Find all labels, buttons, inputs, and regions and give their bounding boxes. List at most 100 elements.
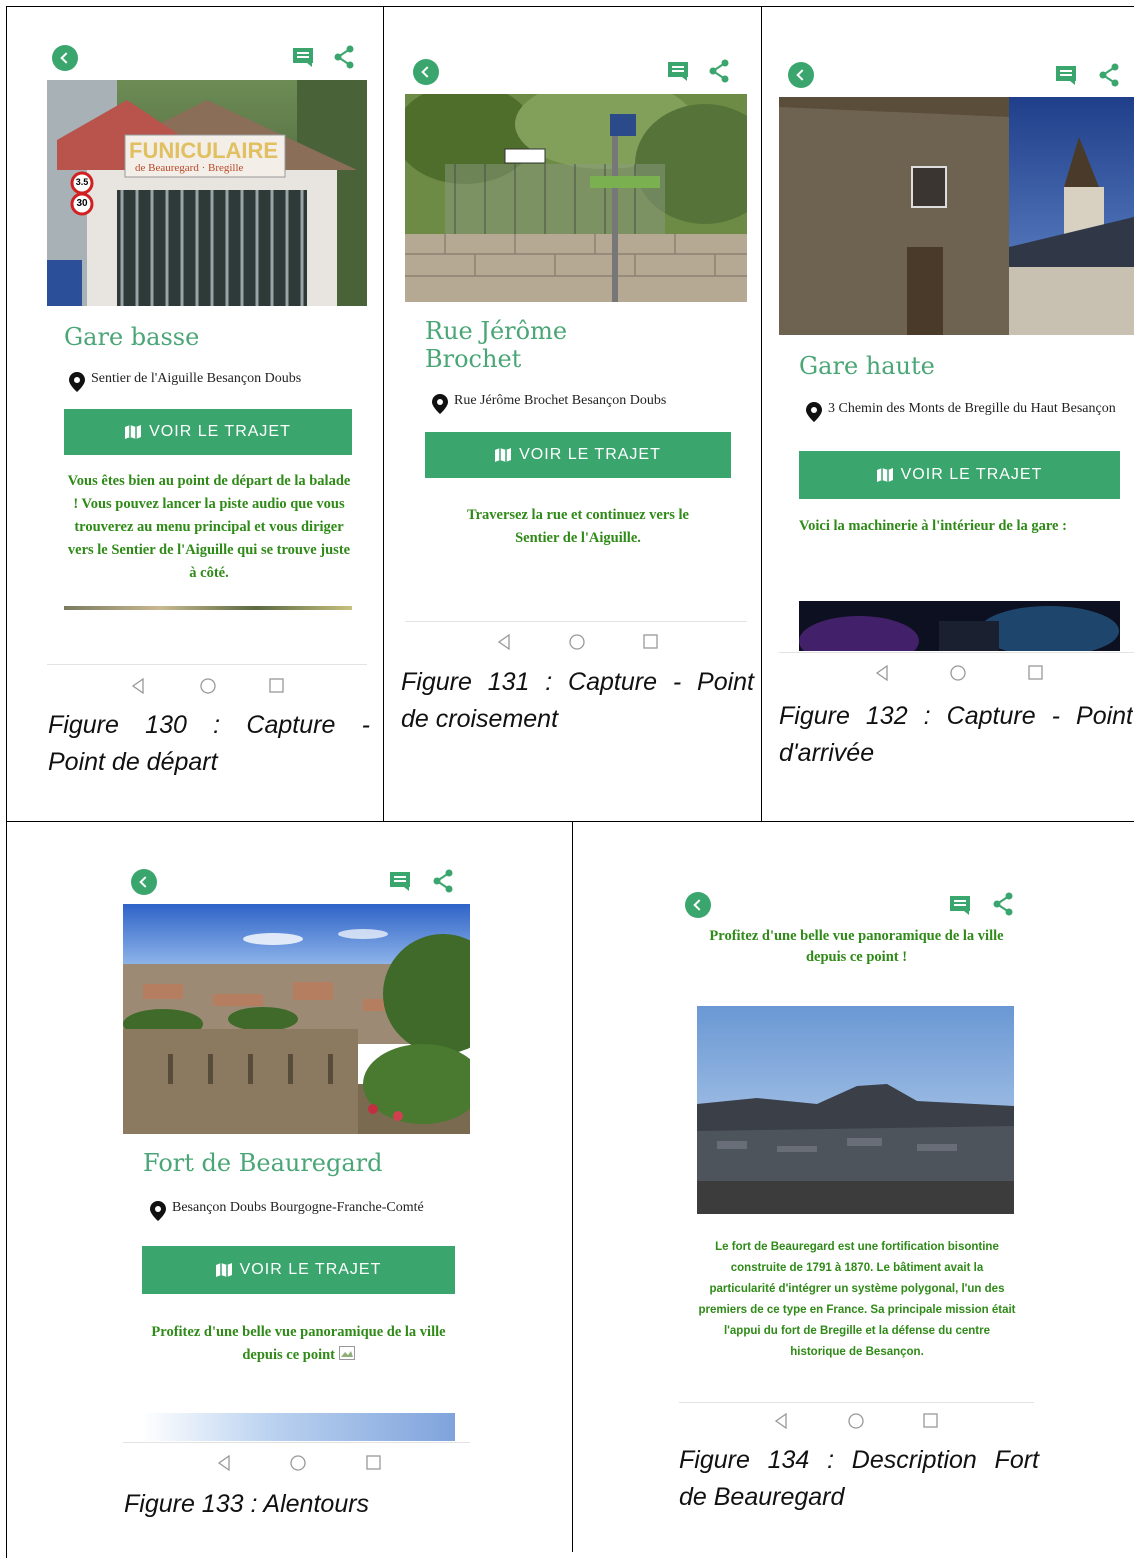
- sign-text: FUNICULAIRE: [129, 138, 279, 163]
- share-icon[interactable]: [708, 59, 730, 83]
- comment-icon[interactable]: [292, 47, 314, 67]
- android-nav-bar: [405, 621, 747, 657]
- nav-home-icon[interactable]: [569, 634, 585, 650]
- nav-recent-icon[interactable]: [643, 634, 658, 649]
- next-image-preview: [142, 1413, 455, 1441]
- location-pin-icon: [69, 372, 85, 392]
- button-label: VOIR LE TRAJET: [900, 466, 1043, 483]
- description: Traversez la rue et continuez vers le Se…: [467, 507, 689, 546]
- nav-recent-icon[interactable]: [923, 1413, 938, 1428]
- nav-back-icon[interactable]: [497, 634, 511, 650]
- caption-line-2: de Beauregard: [679, 1483, 845, 1511]
- voir-le-trajet-button[interactable]: VOIR LE TRAJET: [425, 432, 731, 478]
- figure-132-caption: Figure 132 : Capture - Point d'arrivée: [779, 698, 1133, 772]
- caption-line-1: Figure 131 : Capture - Point: [401, 668, 754, 696]
- nav-back-icon[interactable]: [131, 678, 145, 694]
- figure-131-screenshot: Rue Jérôme Brochet Rue Jérôme Brochet Be…: [405, 56, 747, 656]
- speed-sign-2: 30: [76, 198, 88, 209]
- fort-description: Le fort de Beauregard est une fortificat…: [698, 1241, 1016, 1358]
- street-sign-photo: [405, 94, 747, 302]
- title-line-1: Rue Jérôme: [425, 317, 568, 345]
- map-icon: [495, 448, 512, 462]
- caption-line-2: d'arrivée: [779, 739, 875, 767]
- address: Besançon Doubs Bourgogne-Franche-Comté: [150, 1201, 450, 1221]
- nav-back-icon[interactable]: [217, 1455, 231, 1471]
- caption-text: Figure 133 : Alentours: [124, 1490, 370, 1518]
- share-icon[interactable]: [992, 892, 1014, 916]
- table-divider-vertical-1: [383, 6, 384, 821]
- address-text: Rue Jérôme Brochet Besançon Doubs: [454, 393, 667, 408]
- description: Voici la machinerie à l'intérieur de la …: [799, 518, 1067, 534]
- caption-line-1: Figure 132 : Capture - Point: [779, 702, 1133, 730]
- nav-recent-icon[interactable]: [366, 1455, 381, 1470]
- broken-image-icon: [338, 1346, 355, 1360]
- description: Vous êtes bien au point de départ de la …: [67, 473, 351, 581]
- nav-home-icon[interactable]: [950, 665, 966, 681]
- voir-le-trajet-button[interactable]: VOIR LE TRAJET: [64, 409, 352, 455]
- voir-le-trajet-button[interactable]: VOIR LE TRAJET: [799, 451, 1120, 499]
- caption-line-1: Figure 130 : Capture -: [48, 711, 370, 739]
- voir-le-trajet-button[interactable]: VOIR LE TRAJET: [142, 1246, 455, 1294]
- back-arrow-icon[interactable]: [131, 869, 157, 895]
- table-divider-vertical-2: [761, 6, 762, 821]
- back-arrow-icon[interactable]: [413, 59, 439, 85]
- location-pin-icon: [432, 394, 448, 414]
- valley-panorama-photo: [697, 1006, 1014, 1214]
- share-icon[interactable]: [432, 869, 454, 893]
- figure-130-screenshot: FUNICULAIRE de Beauregard · Bregille 3.5…: [47, 40, 367, 700]
- nav-home-icon[interactable]: [200, 678, 216, 694]
- comment-icon[interactable]: [949, 895, 971, 915]
- nav-back-icon[interactable]: [774, 1413, 788, 1429]
- sign-subtext: de Beauregard · Bregille: [135, 162, 244, 174]
- comment-icon[interactable]: [389, 871, 411, 891]
- figure-132-screenshot: Gare haute 3 Chemin des Monts de Bregill…: [779, 60, 1134, 690]
- nav-back-icon[interactable]: [875, 665, 889, 681]
- page-title: Rue Jérôme Brochet: [425, 317, 568, 373]
- machinery-photo: [799, 601, 1120, 651]
- map-icon: [125, 425, 142, 439]
- city-panorama-photo: [123, 904, 470, 1134]
- figure-133-screenshot: Fort de Beauregard Besançon Doubs Bourgo…: [123, 865, 470, 1485]
- nav-recent-icon[interactable]: [269, 678, 284, 693]
- table-divider-vertical-3: [572, 821, 573, 1552]
- button-label: VOIR LE TRAJET: [149, 423, 291, 440]
- address: Rue Jérôme Brochet Besançon Doubs: [432, 394, 666, 414]
- nav-home-icon[interactable]: [848, 1413, 864, 1429]
- page-title: Gare basse: [64, 323, 200, 351]
- location-pin-icon: [150, 1201, 166, 1221]
- table-divider-horizontal: [6, 821, 1134, 822]
- intro-text: Profitez d'une belle vue panoramique de …: [709, 928, 1004, 965]
- figure-133-caption: Figure 133 : Alentours: [124, 1486, 369, 1523]
- nav-home-icon[interactable]: [290, 1455, 306, 1471]
- figure-134-caption: Figure 134 : Description Fort de Beaureg…: [679, 1442, 1039, 1516]
- description: Profitez d'une belle vue panoramique de …: [142, 1321, 455, 1367]
- description-text: Profitez d'une belle vue panoramique de …: [151, 1324, 446, 1363]
- speed-sign-1: 3.5: [75, 177, 89, 187]
- share-icon[interactable]: [333, 45, 355, 69]
- upper-station-photo: [779, 97, 1134, 335]
- caption-line-1: Figure 134 : Description Fort: [679, 1446, 1039, 1474]
- caption-line-2: de croisement: [401, 705, 559, 733]
- title-line-2: Brochet: [425, 344, 522, 373]
- funicular-station-photo: FUNICULAIRE de Beauregard · Bregille 3.5…: [47, 80, 367, 306]
- nav-recent-icon[interactable]: [1028, 665, 1043, 680]
- share-icon[interactable]: [1098, 63, 1120, 87]
- next-image-strip: [64, 606, 352, 610]
- back-arrow-icon[interactable]: [788, 62, 814, 88]
- page-title: Gare haute: [799, 352, 935, 380]
- comment-icon[interactable]: [667, 61, 689, 81]
- comment-icon[interactable]: [1055, 65, 1077, 85]
- figure-134-screenshot: Profitez d'une belle vue panoramique de …: [679, 890, 1034, 1435]
- address-text: Sentier de l'Aiguille Besançon Doubs: [91, 371, 302, 386]
- figure-131-caption: Figure 131 : Capture - Point de croiseme…: [401, 664, 754, 738]
- address-text: 3 Chemin des Monts de Bregille du Haut B…: [828, 401, 1116, 416]
- android-nav-bar: [47, 664, 367, 701]
- caption-line-2: Point de départ: [48, 748, 218, 776]
- address-text: Besançon Doubs Bourgogne-Franche-Comté: [172, 1200, 424, 1215]
- android-nav-bar: [779, 652, 1134, 690]
- button-label: VOIR LE TRAJET: [519, 446, 661, 463]
- back-arrow-icon[interactable]: [52, 45, 78, 71]
- figure-130-caption: Figure 130 : Capture - Point de départ: [48, 707, 370, 781]
- back-arrow-icon[interactable]: [685, 892, 711, 918]
- button-label: VOIR LE TRAJET: [239, 1261, 382, 1278]
